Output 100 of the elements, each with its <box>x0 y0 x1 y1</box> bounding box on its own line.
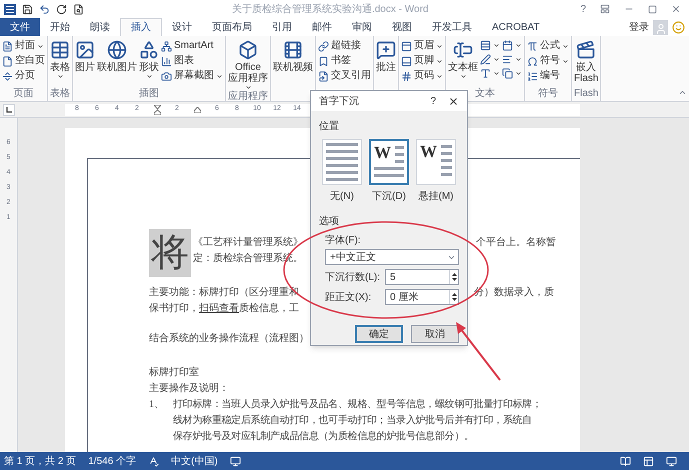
annotation-arrow <box>456 322 501 381</box>
link[interactable]: 扫码查看 <box>199 303 239 314</box>
page-count[interactable]: 第 1 页，共 2 页 <box>4 454 76 468</box>
ribbon-button[interactable]: 页脚 <box>401 55 443 67</box>
ribbon-button[interactable]: 符号 <box>527 55 569 67</box>
section-label: 选项 <box>319 214 340 229</box>
collapse-ribbon-icon[interactable] <box>678 88 687 97</box>
ribbon-tab[interactable]: 引用 <box>262 18 302 36</box>
ribbon-button[interactable]: 形状 <box>139 40 159 80</box>
ribbon-button[interactable]: 联机视频 <box>273 40 313 73</box>
body-text: 《工艺秤计量管理系统》 <box>193 236 303 250</box>
word-count[interactable]: 1/546 个字 <box>88 454 136 468</box>
ribbon-button[interactable] <box>502 40 522 51</box>
app-logo-icon <box>4 4 16 14</box>
web-layout-icon[interactable] <box>666 456 677 466</box>
ribbon-tab[interactable]: 朗读 <box>80 18 120 36</box>
help-button[interactable]: ? <box>576 2 590 16</box>
ribbon-button[interactable]: 书签 <box>318 55 371 67</box>
smartart-icon <box>161 40 172 52</box>
undo-icon[interactable] <box>39 4 50 14</box>
drop-cap-option[interactable] <box>322 139 362 185</box>
section-label: 位置 <box>319 120 340 134</box>
number-field[interactable]: 0 厘米 <box>385 289 459 305</box>
pi-icon <box>527 40 538 52</box>
window-title: 关于质检综合管理系统实验沟通.docx - Word <box>230 2 430 16</box>
body-text: 个平台上。名称暂 <box>476 236 556 250</box>
redo-icon[interactable] <box>56 4 67 14</box>
ribbon-button[interactable]: 表格 <box>50 40 70 80</box>
text-box-icon <box>453 40 473 60</box>
ribbon-button[interactable]: 分页 <box>2 70 45 82</box>
spin-buttons[interactable] <box>449 290 458 304</box>
ribbon-button[interactable]: 公式 <box>527 40 569 52</box>
ribbon-button[interactable]: 页码 <box>401 70 443 82</box>
ribbon-button[interactable]: 文本框 <box>448 40 478 80</box>
number-field[interactable]: 5 <box>385 269 459 285</box>
ribbon-tab[interactable]: 文件 <box>0 18 40 36</box>
ribbon-button[interactable] <box>502 54 522 65</box>
ribbon-button[interactable]: 空白页 <box>2 55 45 67</box>
tab-selector-icon[interactable] <box>3 104 15 116</box>
close-icon[interactable] <box>448 96 459 106</box>
body-text: 保存炉批号及对应轧制产成品信息（为质检信息的炉批号信息部分）。 <box>173 430 475 444</box>
ribbon-tab[interactable]: 邮件 <box>302 18 342 36</box>
spin-buttons[interactable] <box>449 270 458 284</box>
ribbon-tab[interactable]: 审阅 <box>342 18 382 36</box>
print-preview-icon[interactable] <box>73 4 84 14</box>
ribbon-tab[interactable]: 开发工具 <box>422 18 482 36</box>
ribbon-tab[interactable]: 视图 <box>382 18 422 36</box>
drop-cap-option[interactable]: W <box>369 139 409 185</box>
ribbon-button[interactable]: 嵌入 Flash <box>574 40 598 84</box>
save-icon[interactable] <box>22 4 33 14</box>
ribbon-tab[interactable]: 开始 <box>40 18 80 36</box>
object-icon <box>502 68 513 79</box>
ribbon-tab[interactable]: 插入 <box>120 18 162 36</box>
field-label: 距正文(X): <box>325 290 372 304</box>
ribbon-button[interactable]: 批注 <box>376 40 396 73</box>
ribbon-button[interactable]: 编号 <box>527 70 569 82</box>
omega-icon <box>527 56 538 66</box>
drop-cap-option[interactable]: W <box>416 139 456 185</box>
numbering-icon <box>527 70 538 82</box>
help-button[interactable]: ? <box>426 94 440 108</box>
ribbon-button[interactable]: 页眉 <box>401 40 443 52</box>
language-indicator[interactable]: 中文(中国) <box>171 454 218 468</box>
ribbon-button[interactable]: 联机图片 <box>97 40 137 73</box>
ribbon-button[interactable]: Office 应用程序 <box>228 40 268 91</box>
ribbon-button[interactable] <box>480 68 500 79</box>
section-title: 标牌打印室 <box>149 366 199 380</box>
print-layout-icon[interactable] <box>643 456 654 466</box>
ribbon-button[interactable]: 超链接 <box>318 40 371 52</box>
ribbon-button[interactable] <box>502 68 522 79</box>
sign-in-link[interactable]: 登录 <box>625 18 653 36</box>
cross-reference-icon <box>318 70 329 82</box>
camera-icon <box>161 70 172 82</box>
preview-letter: W <box>420 143 437 160</box>
maximize-icon[interactable] <box>648 4 657 14</box>
ribbon-button[interactable]: SmartArt <box>161 40 223 52</box>
wordart-icon <box>480 68 491 79</box>
page-break-icon <box>2 70 13 82</box>
ribbon-button[interactable] <box>480 40 500 51</box>
indent-marker-icon[interactable] <box>154 104 160 114</box>
shapes-icon <box>139 40 159 60</box>
dialog-button[interactable]: 取消 <box>411 325 459 343</box>
right-indent-marker-icon[interactable] <box>194 106 200 112</box>
font-select[interactable]: +中文正文 <box>325 249 459 265</box>
field-label: 下沉行数(L): <box>325 270 381 284</box>
body-text: 打印标牌：当班人员录入炉批号及品名、规格、型号等信息，螺纹钢可批量打印标牌； <box>173 398 542 412</box>
read-mode-icon[interactable] <box>620 456 631 466</box>
ribbon-button[interactable]: 图片 <box>75 40 95 73</box>
proofing-icon[interactable] <box>148 456 160 466</box>
ribbon-tab[interactable]: 页面布局 <box>202 18 262 36</box>
dialog-button[interactable]: 确定 <box>355 325 403 343</box>
video-icon <box>283 40 303 60</box>
ribbon-button[interactable]: 屏幕截图 <box>161 70 223 82</box>
ribbon-button[interactable] <box>480 54 500 65</box>
ribbon-button[interactable]: 图表 <box>161 55 223 67</box>
ribbon-display-icon[interactable] <box>600 4 610 14</box>
ribbon-button[interactable]: 封面 <box>2 40 45 52</box>
ribbon-tab[interactable]: ACROBAT <box>482 18 550 36</box>
ribbon-tab[interactable]: 设计 <box>162 18 202 36</box>
date-icon <box>502 40 513 51</box>
ribbon-button[interactable]: 交叉引用 <box>318 70 371 82</box>
